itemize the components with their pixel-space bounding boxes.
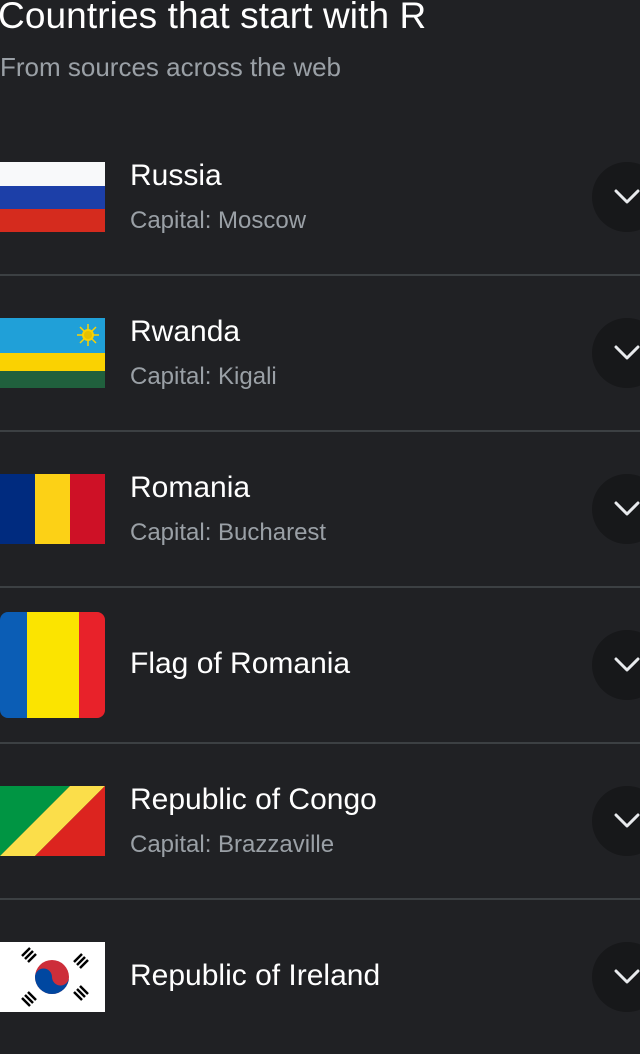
country-name: Romania bbox=[130, 471, 251, 504]
russia-flag-icon bbox=[0, 162, 105, 232]
list-item-romania[interactable]: Romania Capital: Bucharest bbox=[0, 430, 640, 586]
country-list: Russia Capital: Moscow Rwanda Capital: K… bbox=[0, 118, 640, 1054]
romania-flag-rounded-icon bbox=[0, 612, 105, 718]
country-capital: Capital: Bucharest bbox=[130, 519, 327, 546]
chevron-down-icon bbox=[614, 969, 640, 984]
chevron-down-icon bbox=[614, 813, 640, 828]
country-name: Rwanda bbox=[130, 315, 241, 348]
south-korea-flag-icon bbox=[0, 942, 105, 1012]
expand-button[interactable] bbox=[592, 162, 640, 232]
romania-flag-icon bbox=[0, 474, 105, 544]
congo-flag-icon bbox=[0, 786, 105, 856]
expand-button[interactable] bbox=[592, 474, 640, 544]
country-name: Russia bbox=[130, 159, 222, 192]
chevron-down-icon bbox=[614, 501, 640, 516]
list-item-russia[interactable]: Russia Capital: Moscow bbox=[0, 118, 640, 274]
expand-button[interactable] bbox=[592, 786, 640, 856]
page-subtitle: From sources across the web bbox=[0, 52, 342, 82]
list-item-republic-of-congo[interactable]: Republic of Congo Capital: Brazzaville bbox=[0, 742, 640, 898]
list-item-rwanda[interactable]: Rwanda Capital: Kigali bbox=[0, 274, 640, 430]
rwanda-flag-icon bbox=[0, 318, 105, 388]
expand-button[interactable] bbox=[592, 318, 640, 388]
chevron-down-icon bbox=[614, 345, 640, 360]
chevron-down-icon bbox=[614, 189, 640, 204]
country-capital: Capital: Moscow bbox=[130, 207, 307, 234]
country-name: Republic of Congo bbox=[130, 783, 377, 816]
expand-button[interactable] bbox=[592, 942, 640, 1012]
country-capital: Capital: Kigali bbox=[130, 363, 277, 390]
page-title: Countries that start with R bbox=[0, 0, 427, 36]
country-name: Republic of Ireland bbox=[130, 959, 381, 992]
list-item-flag-of-romania[interactable]: Flag of Romania bbox=[0, 586, 640, 742]
country-capital: Capital: Brazzaville bbox=[130, 831, 335, 858]
list-item-republic-of-ireland[interactable]: Republic of Ireland bbox=[0, 898, 640, 1054]
expand-button[interactable] bbox=[592, 630, 640, 700]
chevron-down-icon bbox=[614, 657, 640, 672]
country-name: Flag of Romania bbox=[130, 647, 351, 680]
